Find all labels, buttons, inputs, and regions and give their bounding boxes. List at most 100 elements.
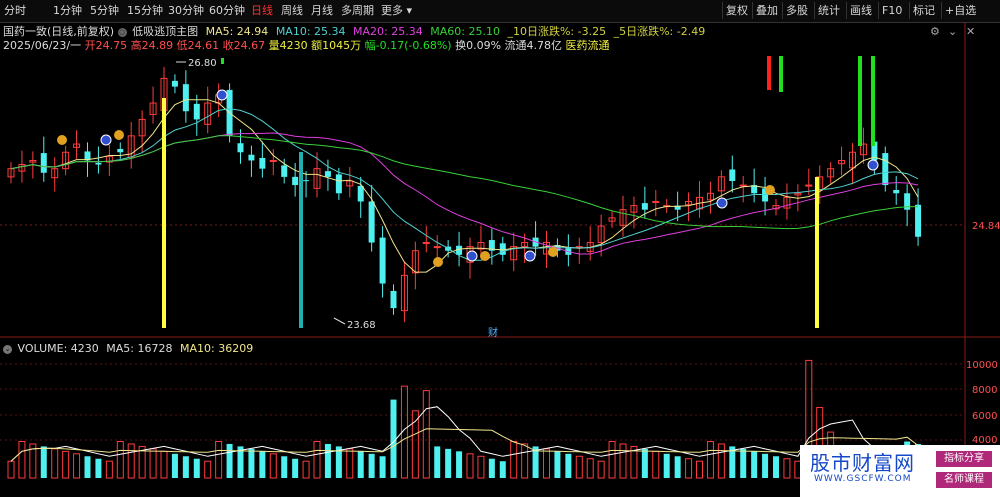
volume-bar-52: [575, 455, 583, 479]
money-bag-icon-6: [480, 251, 490, 261]
kline-chart[interactable]: 26.80 23.68 24.84 财 10000 8000 6000 4000: [0, 0, 1000, 497]
volume-bar-5: [62, 450, 70, 479]
candle-body-39: [433, 246, 441, 249]
volume-ma10: MA10: 36209: [179, 342, 254, 355]
candle-body-34: [379, 237, 386, 284]
watermark-url: WWW.GSCFW.COM: [814, 474, 912, 484]
candle-body-27: [303, 180, 310, 182]
ma10-line: [10, 108, 919, 261]
volume-bar-24: [269, 453, 277, 479]
top-signal-green-2: [858, 56, 862, 146]
volume-bar-10: [116, 440, 124, 479]
volume-bar-50: [554, 451, 561, 478]
vol-axis-10000: 10000: [966, 360, 998, 371]
volume-bar-39: [434, 446, 441, 478]
volume-bar-1: [18, 440, 26, 479]
face-icon-body-1: [100, 134, 112, 146]
face-icon-3: [216, 89, 228, 101]
volume-bar-46: [510, 440, 518, 479]
volume-bar-16: [182, 456, 189, 478]
face-icon-body-7: [524, 250, 536, 262]
watermark-title: 股市财富网: [810, 451, 915, 475]
vol-axis-6000: 6000: [972, 411, 997, 422]
volume-bar-0: [7, 460, 15, 479]
volume-bar-55: [608, 440, 616, 479]
candle-body-32: [357, 185, 364, 202]
candle-body-10: [117, 148, 124, 153]
candle-body-29: [324, 171, 331, 177]
volume-bar-71: [783, 458, 791, 479]
candle-body-8: [95, 162, 102, 165]
money-bag-icon-body-10: [765, 185, 775, 195]
candle-body-67: [739, 184, 747, 187]
volume-bar-40: [445, 448, 452, 478]
volume-bar-69: [762, 453, 769, 478]
sell-signal-bar-1: [162, 98, 166, 328]
price-axis-label: 24.84: [972, 221, 1000, 232]
volume-bar-61: [674, 456, 681, 478]
volume-bar-38: [422, 390, 430, 479]
volume-bar-60: [663, 453, 670, 478]
volume-bar-6: [73, 453, 81, 479]
volume-bar-58: [641, 448, 648, 478]
volume-bar-22: [248, 448, 255, 478]
vol-axis-8000: 8000: [972, 385, 997, 396]
high-price-label: 26.80: [188, 58, 217, 69]
candle-body-38: [422, 242, 430, 245]
volume-bar-23: [259, 451, 266, 478]
candle-body-35: [390, 290, 397, 309]
volume-bar-70: [773, 456, 779, 478]
candle-body-23: [259, 158, 266, 169]
top-signal-green-3: [871, 56, 875, 146]
volume-bar-44: [488, 458, 495, 478]
watermark-tag-course: 名师课程: [936, 472, 992, 488]
candle-body-83: [915, 204, 922, 237]
buy-signal-bar-1: [299, 152, 303, 328]
watermark-tag-indicator: 指标分享: [936, 451, 992, 467]
candle-body-33: [368, 201, 375, 243]
volume-bar-31: [346, 448, 354, 479]
sell-signal-bar-2: [815, 177, 819, 328]
candle-body-24: [269, 159, 277, 162]
face-icon-1: [100, 134, 112, 146]
face-icon-5: [466, 250, 478, 262]
volume-bar-9: [105, 460, 113, 479]
volume-bar-45: [499, 461, 506, 478]
candle-body-81: [893, 190, 900, 194]
face-icon-9: [716, 197, 728, 209]
volume-bar-49: [543, 448, 550, 479]
candle-body-21: [237, 143, 244, 153]
volume-bar-7: [84, 456, 91, 478]
candle-body-3: [40, 153, 47, 173]
candle-body-30: [335, 174, 342, 194]
candle-body-16: [182, 84, 189, 112]
volume-bar-14: [160, 450, 168, 479]
face-icon-11: [867, 159, 879, 171]
volume-header: ⌄ VOLUME: 4230 MA5: 16728 MA10: 36209: [3, 342, 253, 355]
volume-bar-65: [717, 443, 725, 479]
volume-bar-32: [357, 451, 364, 478]
volume-bar-27: [302, 460, 310, 479]
candle-body-73: [805, 184, 813, 187]
candle-body-15: [171, 80, 178, 87]
volume-bar-34: [379, 456, 386, 478]
volume-bar-68: [751, 451, 758, 478]
top-signal-green-1: [779, 56, 783, 92]
volume-settings-icon[interactable]: ⌄: [3, 344, 12, 354]
watermark: 股市财富网 WWW.GSCFW.COM 指标分享 名师课程: [800, 445, 1000, 497]
volume-bar-35: [390, 399, 397, 478]
volume-bar-62: [685, 458, 693, 479]
top-signal-red: [767, 56, 771, 90]
volume-bar-67: [740, 448, 747, 478]
face-icon-body-5: [466, 250, 478, 262]
money-bag-icon-body-4: [433, 257, 443, 267]
money-bag-icon-body-2: [114, 130, 124, 140]
money-bag-icon-4: [433, 257, 443, 267]
volume-bar-25: [281, 456, 288, 478]
volume-bar-29: [324, 443, 331, 478]
money-bag-icon-2: [114, 130, 124, 140]
volume-bar-42: [466, 453, 474, 479]
money-bag-icon-0: [57, 135, 67, 145]
money-bag-icon-body-8: [548, 247, 558, 257]
cai-marker[interactable]: 财: [488, 326, 498, 339]
